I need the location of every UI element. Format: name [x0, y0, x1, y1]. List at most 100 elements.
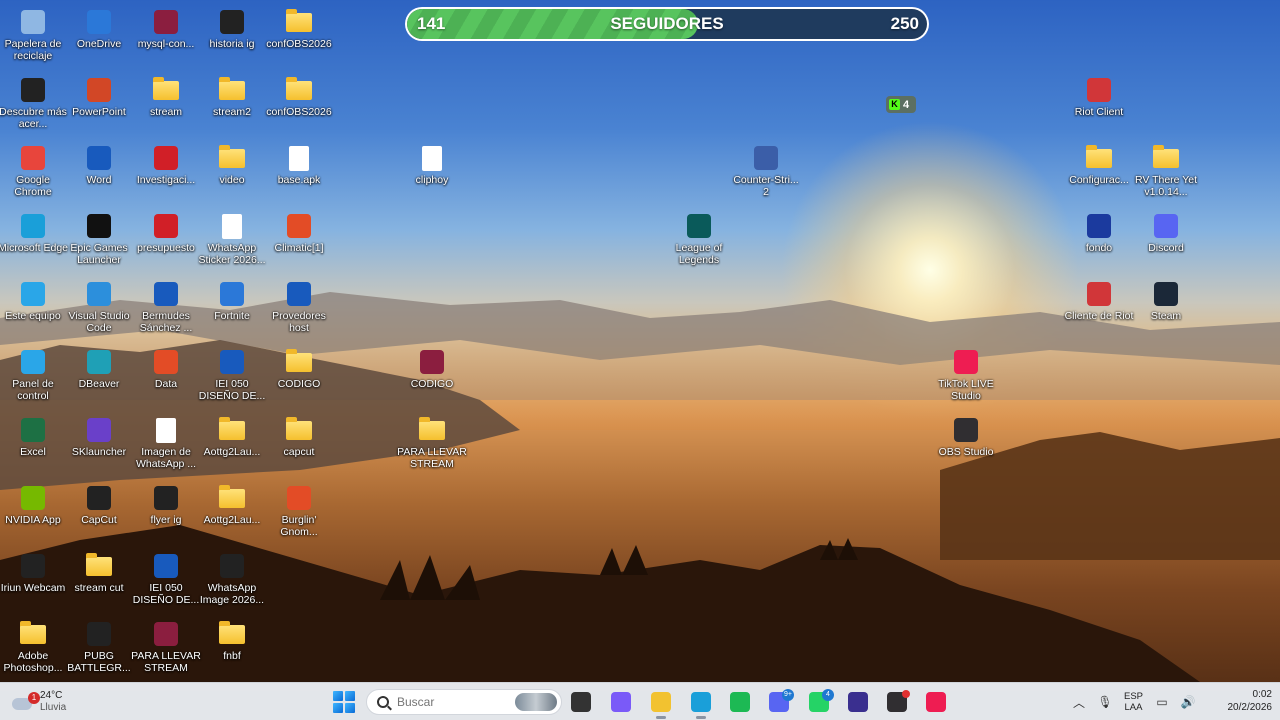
search-input[interactable] [397, 695, 497, 709]
desktop-icon-league-of-legends[interactable]: League of Legends [665, 208, 733, 274]
desktop-icon-stream-cut[interactable]: stream cut [65, 548, 133, 614]
desktop-icon-visual-studio-code[interactable]: Visual Studio Code [65, 276, 133, 342]
desktop-icon-label: stream [149, 106, 183, 118]
weather-condition: Lluvia [40, 702, 67, 713]
discord-icon [1152, 212, 1180, 240]
taskbar-app-spotify[interactable] [726, 689, 754, 715]
tiktok-live-icon [926, 692, 946, 712]
desktop-icon-stream[interactable]: stream [132, 72, 200, 138]
desktop-icon-imagen-de-whatsapp[interactable]: Imagen de WhatsApp ... [132, 412, 200, 478]
stream-icon [152, 76, 180, 104]
desktop-icon-iei-050-dise-o-de[interactable]: IEI 050 DISEÑO DE... [198, 344, 266, 410]
microphone-icon[interactable]: 🎙 [1096, 693, 1114, 711]
desktop-icon-flyer-ig[interactable]: flyer ig [132, 480, 200, 546]
desktop-icon-provedores-host[interactable]: Provedores host [265, 276, 333, 342]
desktop-icon-para-llevar-stream[interactable]: PARA LLEVAR STREAM [397, 412, 467, 478]
weather-widget[interactable]: 1 24°C Lluvia [12, 687, 66, 717]
taskbar-app-edge[interactable] [687, 689, 715, 719]
desktop-icon-descubre-m-s-acer[interactable]: Descubre más acer... [0, 72, 67, 138]
weather-badge: 1 [28, 692, 40, 704]
taskbar: 1 24°C Lluvia 9+ 4 ︿ 🎙 ESP LAA ▭ 🔊 0:02 2… [0, 682, 1280, 720]
desktop-icon-base-apk[interactable]: base.apk [265, 140, 333, 206]
climatic-1-icon [285, 212, 313, 240]
taskbar-app-obs[interactable] [883, 689, 911, 715]
desktop-icon-este-equipo[interactable]: Este equipo [0, 276, 67, 342]
desktop-icon-epic-games-launcher[interactable]: Epic Games Launcher [65, 208, 133, 274]
desktop-icon-mysql-con[interactable]: mysql-con... [132, 4, 200, 70]
desktop-icon-google-chrome[interactable]: Google Chrome [0, 140, 67, 206]
network-icon[interactable]: ▭ [1153, 693, 1171, 711]
desktop-icon-configurac[interactable]: Configurac... [1065, 140, 1133, 206]
language-indicator[interactable]: ESP LAA [1124, 691, 1143, 713]
desktop-icon-bermudes-s-nchez[interactable]: Bermudes Sánchez ... [132, 276, 200, 342]
desktop-icon-nvidia-app[interactable]: NVIDIA App [0, 480, 67, 546]
taskbar-app-task-view[interactable] [567, 689, 595, 715]
desktop-icon-capcut[interactable]: capcut [265, 412, 333, 478]
desktop-icon-aottg2lau[interactable]: Aottg2Lau... [198, 412, 266, 478]
desktop-icon-onedrive[interactable]: OneDrive [65, 4, 133, 70]
taskbar-app-discord[interactable]: 9+ [765, 689, 794, 715]
desktop-icon-panel-de-control[interactable]: Panel de control [0, 344, 67, 410]
desktop-icon-burglin-gnom[interactable]: Burglin' Gnom... [265, 480, 333, 546]
desktop-icon-counter-stri-2[interactable]: Counter-Stri... 2 [732, 140, 800, 206]
desktop-icon-data[interactable]: Data [132, 344, 200, 410]
desktop-icon-rv-there-yet-v1-0-14[interactable]: RV There Yet v1.0.14... [1132, 140, 1200, 206]
follower-goal-bar: 141 SEGUIDORES 250 [405, 7, 929, 41]
desktop-icon-codigo[interactable]: CODIGO [398, 344, 466, 410]
clock-date: 20/2/2026 [1227, 702, 1273, 713]
taskbar-app-tiktok-live[interactable] [922, 689, 950, 715]
desktop-icon-label: presupuesto [137, 242, 195, 254]
desktop-icon-confobs2026[interactable]: confOBS2026 [265, 4, 333, 70]
desktop-icon-confobs2026[interactable]: confOBS2026 [265, 72, 333, 138]
volume-icon[interactable]: 🔊 [1179, 693, 1197, 711]
desktop-icon-label: WhatsApp Image 2026... [199, 582, 265, 606]
clock[interactable]: 0:02 20/2/2026 [1210, 688, 1273, 714]
desktop-icon-tiktok-live-studio[interactable]: TikTok LIVE Studio [932, 344, 1000, 410]
desktop-icon-cliphoy[interactable]: cliphoy [398, 140, 466, 206]
desktop-icon-capcut[interactable]: CapCut [65, 480, 133, 546]
desktop-icon-para-llevar-stream[interactable]: PARA LLEVAR STREAM [131, 616, 201, 682]
taskbar-app-copilot[interactable] [607, 689, 635, 715]
desktop-icon-fnbf[interactable]: fnbf [198, 616, 266, 682]
desktop-icon-powerpoint[interactable]: PowerPoint [65, 72, 133, 138]
taskbar-app-streaming-app[interactable] [844, 689, 872, 715]
desktop-icon-sklauncher[interactable]: SKlauncher [65, 412, 133, 478]
show-hidden-icons-chevron-icon[interactable]: ︿ [1070, 693, 1088, 711]
taskbar-app-whatsapp[interactable]: 4 [805, 689, 834, 715]
desktop-icon-label: Investigaci... [136, 174, 196, 186]
desktop-icon-investigaci[interactable]: Investigaci... [132, 140, 200, 206]
desktop-icon-whatsapp-image-2026[interactable]: WhatsApp Image 2026... [198, 548, 266, 614]
desktop-icon-fondo[interactable]: fondo [1065, 208, 1133, 274]
desktop-icon-word[interactable]: Word [65, 140, 133, 206]
desktop-icon-historia-ig[interactable]: historia ig [198, 4, 266, 70]
desktop-icon-steam[interactable]: Steam [1132, 276, 1200, 342]
desktop-icon-stream2[interactable]: stream2 [198, 72, 266, 138]
desktop-icon-presupuesto[interactable]: presupuesto [132, 208, 200, 274]
desktop-icon-dbeaver[interactable]: DBeaver [65, 344, 133, 410]
desktop-icon-excel[interactable]: Excel [0, 412, 67, 478]
kick-notification-badge[interactable]: K 4 [886, 96, 916, 113]
desktop-icon-iei-050-dise-o-de[interactable]: IEI 050 DISEÑO DE... [132, 548, 200, 614]
desktop-icon-aottg2lau[interactable]: Aottg2Lau... [198, 480, 266, 546]
desktop-icon-codigo[interactable]: CODIGO [265, 344, 333, 410]
descubre-m-s-acer-icon [19, 76, 47, 104]
desktop-icon-adobe-photoshop[interactable]: Adobe Photoshop... [0, 616, 67, 682]
desktop-icon-climatic-1[interactable]: Climatic[1] [265, 208, 333, 274]
desktop-icon-label: IEI 050 DISEÑO DE... [132, 582, 200, 606]
desktop-icon-papelera-de-reciclaje[interactable]: Papelera de reciclaje [0, 4, 67, 70]
start-button[interactable] [333, 691, 355, 713]
desktop-icon-pubg-battlegr[interactable]: PUBG BATTLEGR... [65, 616, 133, 682]
desktop-icon-discord[interactable]: Discord [1132, 208, 1200, 274]
desktop-icon-iriun-webcam[interactable]: Iriun Webcam [0, 548, 67, 614]
desktop-icon-whatsapp-sticker-2026[interactable]: WhatsApp Sticker 2026... [198, 208, 266, 274]
taskbar-search[interactable] [366, 689, 562, 715]
desktop-icon-video[interactable]: video [198, 140, 266, 206]
desktop-icon-label: confOBS2026 [266, 38, 332, 50]
desktop-icon-riot-client[interactable]: Riot Client [1065, 72, 1133, 138]
desktop-icon-fortnite[interactable]: Fortnite [198, 276, 266, 342]
desktop-icon-microsoft-edge[interactable]: Microsoft Edge [0, 208, 68, 274]
desktop-icon-label: Data [154, 378, 178, 390]
desktop-icon-cliente-de-riot[interactable]: Cliente de Riot [1065, 276, 1133, 342]
taskbar-app-file-explorer[interactable] [647, 689, 675, 719]
desktop-icon-obs-studio[interactable]: OBS Studio [932, 412, 1000, 478]
